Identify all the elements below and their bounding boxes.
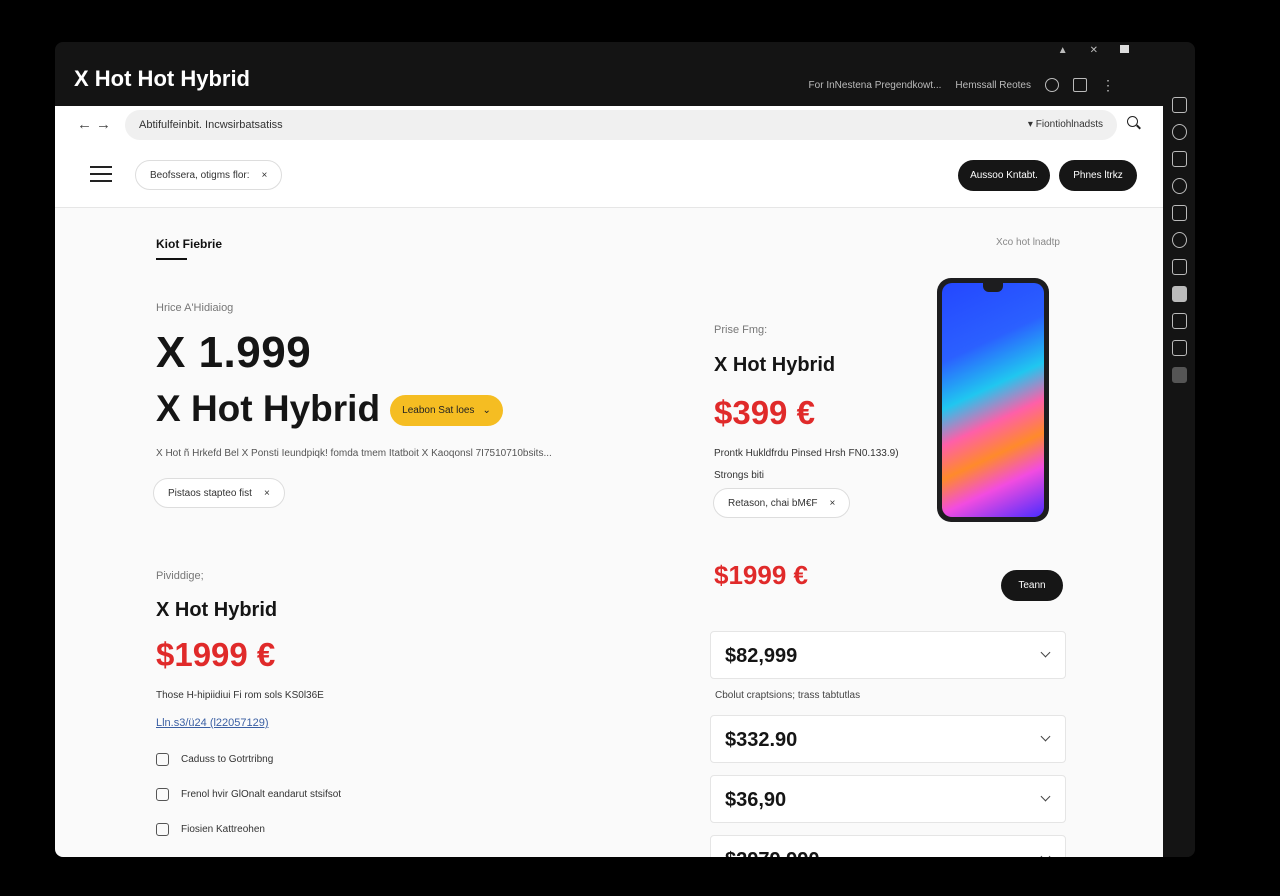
box-icon bbox=[156, 753, 169, 766]
accordion-note: Cbolut craptsions; trass tabtutlas bbox=[715, 690, 861, 701]
price-accordion[interactable]: $2979.990 bbox=[710, 835, 1066, 857]
more-icon[interactable]: ⋮ bbox=[1101, 78, 1115, 92]
list-item[interactable]: Frenol hvir GlOnalt eandarut stsifsot bbox=[156, 788, 341, 801]
chevron-down-icon: ⌄ bbox=[482, 405, 491, 416]
hero-price: X 1.999 bbox=[156, 328, 312, 377]
url-field[interactable]: Abtifulfeinbit. Incwsirbatsatiss ▾ Fiont… bbox=[125, 110, 1117, 140]
section-label: Pividdige; bbox=[156, 570, 204, 582]
list-item[interactable]: Caduss to Gotrtribng bbox=[156, 753, 273, 766]
main-content: Kiot Fiebrie Xco hot lnadtp Hrice A'Hidi… bbox=[55, 208, 1163, 857]
document-icon[interactable] bbox=[1171, 97, 1187, 113]
group-icon[interactable] bbox=[1171, 232, 1187, 248]
globe-icon[interactable] bbox=[1171, 178, 1187, 194]
refresh-icon[interactable] bbox=[1045, 78, 1059, 92]
price-accordion[interactable]: $332.90 bbox=[710, 715, 1066, 763]
secondary-button[interactable]: Phnes ltrkz bbox=[1059, 160, 1137, 191]
chevron-down-icon bbox=[1040, 647, 1051, 658]
hero-title: X Hot Hybrid bbox=[156, 388, 381, 429]
section-price: $1999 € bbox=[156, 636, 276, 673]
top-right-link[interactable]: Xco hot lnadtp bbox=[996, 237, 1060, 248]
section-link[interactable]: Lln.s3/ü24 (l22057129) bbox=[156, 717, 269, 729]
right-title: X Hot Hybrid bbox=[714, 354, 836, 376]
title-bar: X Hot Hot Hybrid ▲ ✕ For InNestena Prege… bbox=[55, 42, 1163, 106]
url-dropdown[interactable]: ▾ Fiontiohlnadsts bbox=[1028, 119, 1103, 130]
title-link-1[interactable]: For InNestena Pregendkowt... bbox=[809, 80, 942, 91]
chevron-down-icon bbox=[1040, 851, 1051, 857]
compass-icon[interactable] bbox=[1171, 124, 1187, 140]
phone-image bbox=[937, 278, 1049, 522]
chip-close-icon[interactable]: × bbox=[830, 498, 836, 509]
web-viewport: ←→ Abtifulfeinbit. Incwsirbatsatiss ▾ Fi… bbox=[55, 106, 1163, 857]
minimize-icon[interactable]: ▲ bbox=[1058, 45, 1068, 56]
chevron-down-icon bbox=[1040, 791, 1051, 802]
brush-icon[interactable] bbox=[1171, 259, 1187, 275]
search-icon[interactable] bbox=[1127, 116, 1141, 130]
right-toolbar bbox=[1163, 92, 1195, 857]
right-sub: Strongs biti bbox=[714, 470, 765, 481]
menu-icon[interactable] bbox=[90, 166, 112, 182]
filter-chip[interactable]: Beofssera, otigms flor: × bbox=[135, 160, 283, 190]
team-button[interactable]: Teann bbox=[1001, 570, 1063, 601]
chevron-down-icon bbox=[1040, 731, 1051, 742]
close-icon[interactable]: ✕ bbox=[1090, 45, 1098, 56]
site-header: Beofssera, otigms flor: × Aussoo Kntabt.… bbox=[55, 144, 1163, 208]
tab-underline bbox=[156, 258, 187, 260]
grid-icon[interactable] bbox=[1171, 286, 1187, 302]
edit-icon[interactable] bbox=[1171, 313, 1187, 329]
price-label: Hrice A'Hidiaiog bbox=[156, 302, 234, 314]
right-desc: Prontk Hukldfrdu Pinsed Hrsh FN0.133.9) bbox=[714, 448, 899, 459]
tab-active[interactable]: Kiot Fiebrie bbox=[156, 237, 222, 251]
screen-icon[interactable] bbox=[1171, 340, 1187, 356]
url-text: Abtifulfeinbit. Incwsirbatsatiss bbox=[139, 119, 283, 131]
extension-icon[interactable] bbox=[1171, 367, 1187, 383]
chip-close-icon[interactable]: × bbox=[261, 170, 267, 181]
right-chip[interactable]: Retason, chai bM€F × bbox=[713, 488, 851, 518]
section-title: X Hot Hybrid bbox=[156, 599, 278, 621]
bag-icon[interactable] bbox=[1171, 151, 1187, 167]
address-bar: ←→ Abtifulfeinbit. Incwsirbatsatiss ▾ Fi… bbox=[55, 106, 1163, 144]
right-price: $399 € bbox=[714, 394, 815, 431]
price-accordion[interactable]: $82,999 bbox=[710, 631, 1066, 679]
back-forward-icon[interactable]: ←→ bbox=[77, 116, 115, 133]
phone-screen bbox=[942, 283, 1044, 517]
app-title: X Hot Hot Hybrid bbox=[74, 66, 250, 91]
list-item[interactable]: Fiosien Kattreohen bbox=[156, 823, 265, 836]
people-icon[interactable] bbox=[1171, 205, 1187, 221]
chip-close-icon[interactable]: × bbox=[264, 488, 270, 499]
price-accordion[interactable]: $36,90 bbox=[710, 775, 1066, 823]
title-bar-links: For InNestena Pregendkowt... Hemssall Re… bbox=[809, 78, 1115, 92]
box-icon bbox=[156, 823, 169, 836]
title-link-2[interactable]: Hemssall Reotes bbox=[955, 80, 1031, 91]
right-price-2: $1999 € bbox=[714, 560, 808, 590]
section-line: Those H-hipiidiui Fi rom sols KS0l36E bbox=[156, 690, 324, 701]
box-icon bbox=[156, 788, 169, 801]
window-controls: ▲ ✕ bbox=[1058, 45, 1129, 56]
panel-icon[interactable] bbox=[1073, 78, 1087, 92]
primary-button[interactable]: Aussoo Kntabt. bbox=[958, 160, 1050, 191]
hero-description: X Hot ñ Hrkefd Bel X Ponsti Ieundpiqk! f… bbox=[156, 448, 552, 459]
right-price-label: Prise Fmg: bbox=[714, 324, 768, 336]
maximize-icon[interactable] bbox=[1120, 45, 1129, 53]
app-window: X Hot Hot Hybrid ▲ ✕ For InNestena Prege… bbox=[55, 42, 1195, 857]
offer-dropdown[interactable]: Leabon Sat loes ⌄ bbox=[390, 395, 503, 426]
left-chip[interactable]: Pistaos stapteo fist × bbox=[153, 478, 285, 508]
